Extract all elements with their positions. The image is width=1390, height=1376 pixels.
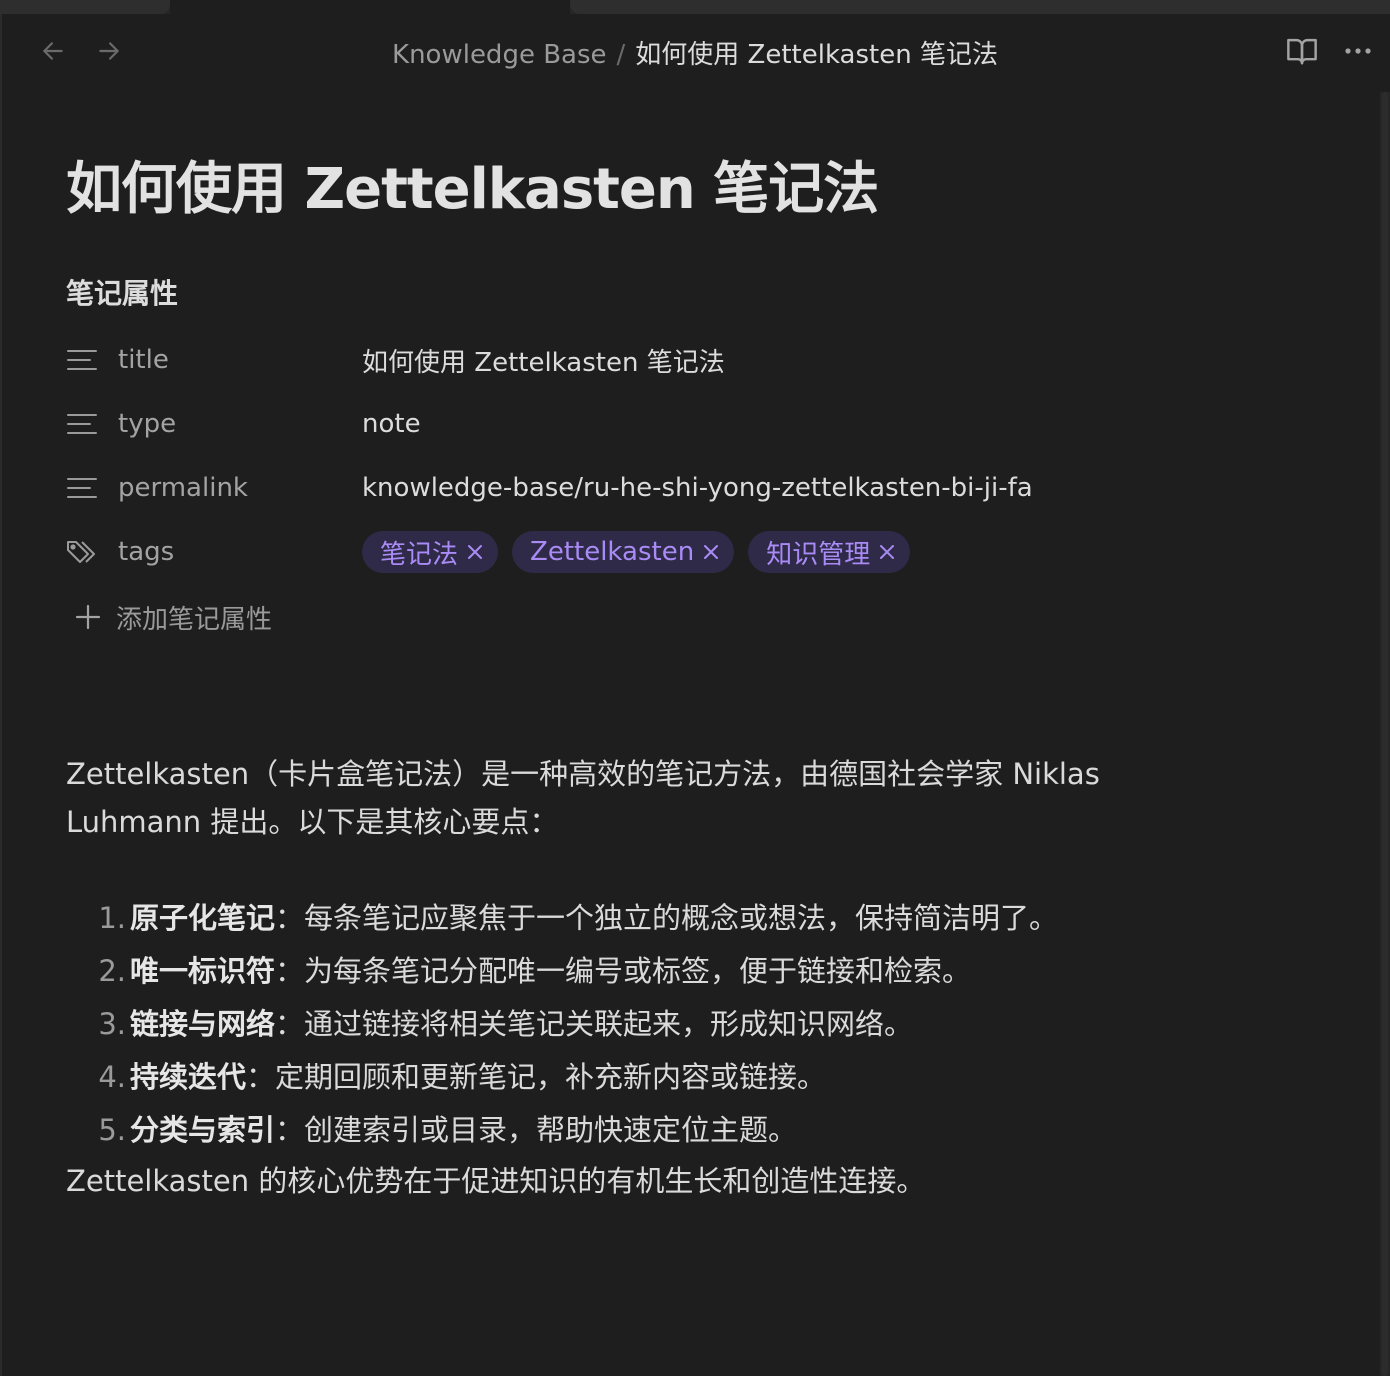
list-number: 5. <box>98 1113 126 1147</box>
tag-label: 笔记法 <box>380 539 459 570</box>
tags-value: 笔记法 Zettelkasten 知识管理 <box>362 531 911 573</box>
tags-icon <box>66 538 100 566</box>
add-property-label: 添加笔记属性 <box>116 604 273 635</box>
property-key[interactable]: type <box>118 409 362 439</box>
list-item-lead: 持续迭代 <box>130 1060 247 1094</box>
tab-inactive-right[interactable] <box>570 0 1390 14</box>
text-lines-icon <box>66 346 100 374</box>
conclusion-paragraph[interactable]: Zettelkasten 的核心优势在于促进知识的有机生长和创造性连接。 <box>66 1157 1196 1205</box>
property-value[interactable]: 如何使用 Zettelkasten 笔记法 <box>362 342 725 379</box>
properties-heading[interactable]: 笔记属性 <box>66 276 1286 312</box>
scrollbar[interactable] <box>1380 92 1390 1376</box>
text-lines-icon <box>66 474 100 502</box>
more-options-button[interactable] <box>1340 34 1376 68</box>
breadcrumb-folder[interactable]: Knowledge Base <box>392 40 607 70</box>
remove-tag-icon[interactable] <box>878 543 896 561</box>
note-window: Knowledge Base / 如何使用 Zettelkasten 笔记法 如何使… <box>0 0 1390 1376</box>
list-item[interactable]: 2. 唯一标识符：为每条笔记分配唯一编号或标签，便于链接和检索。 <box>66 945 1196 998</box>
left-divider <box>0 14 2 1376</box>
breadcrumb-separator: / <box>616 40 626 70</box>
tab-inactive-left[interactable] <box>0 0 170 14</box>
list-item[interactable]: 4. 持续迭代：定期回顾和更新笔记，补充新内容或链接。 <box>66 1051 1196 1104</box>
view-header: Knowledge Base / 如何使用 Zettelkasten 笔记法 <box>0 14 1390 86</box>
property-permalink[interactable]: permalink knowledge-base/ru-he-shi-yong-… <box>66 456 1286 520</box>
list-item-lead: 分类与索引 <box>130 1113 276 1147</box>
plus-icon <box>74 603 102 631</box>
list-item-text: ：定期回顾和更新笔记，补充新内容或链接。 <box>246 1060 827 1094</box>
list-item-lead: 唯一标识符 <box>130 954 276 988</box>
text-lines-icon <box>66 410 100 438</box>
tag-chip[interactable]: Zettelkasten <box>512 531 735 573</box>
more-horizontal-icon <box>1345 48 1371 54</box>
tag-chip[interactable]: 笔记法 <box>362 531 499 573</box>
property-value[interactable]: note <box>362 409 421 439</box>
remove-tag-icon[interactable] <box>702 543 720 561</box>
property-title[interactable]: title 如何使用 Zettelkasten 笔记法 <box>66 328 1286 392</box>
note-body[interactable]: Zettelkasten（卡片盒笔记法）是一种高效的笔记方法，由德国社会学家 N… <box>66 750 1196 1205</box>
note-title[interactable]: 如何使用 Zettelkasten 笔记法 <box>66 150 1286 230</box>
list-number: 2. <box>98 954 126 988</box>
breadcrumb-note-title[interactable]: 如何使用 Zettelkasten 笔记法 <box>635 40 998 70</box>
remove-tag-icon[interactable] <box>466 543 484 561</box>
property-key[interactable]: permalink <box>118 473 362 503</box>
breadcrumb: Knowledge Base / 如何使用 Zettelkasten 笔记法 <box>0 34 1390 71</box>
property-tags[interactable]: tags 笔记法 Zettelkasten 知识管理 <box>66 520 1286 584</box>
numbered-list: 1. 原子化笔记：每条笔记应聚焦于一个独立的概念或想法，保持简洁明了。 2. 唯… <box>66 892 1196 1157</box>
tag-label: 知识管理 <box>766 539 871 570</box>
scrollbar-thumb[interactable] <box>1382 92 1388 1376</box>
list-item[interactable]: 3. 链接与网络：通过链接将相关笔记关联起来，形成知识网络。 <box>66 998 1196 1051</box>
property-type[interactable]: type note <box>66 392 1286 456</box>
list-item-lead: 链接与网络 <box>130 1007 276 1041</box>
tag-label: Zettelkasten <box>530 537 695 567</box>
list-number: 4. <box>98 1060 126 1094</box>
property-key[interactable]: title <box>118 345 362 375</box>
list-item-text: ：每条笔记应聚焦于一个独立的概念或想法，保持简洁明了。 <box>275 901 1059 935</box>
intro-paragraph[interactable]: Zettelkasten（卡片盒笔记法）是一种高效的笔记方法，由德国社会学家 N… <box>66 750 1196 846</box>
list-item-lead: 原子化笔记 <box>130 901 276 935</box>
list-number: 1. <box>98 901 126 935</box>
properties-list: title 如何使用 Zettelkasten 笔记法 type note pe… <box>66 328 1286 646</box>
add-property-button[interactable]: 添加笔记属性 <box>66 588 1286 646</box>
book-open-icon <box>1287 38 1317 65</box>
list-item-text: ：创建索引或目录，帮助快速定位主题。 <box>275 1113 798 1147</box>
property-value[interactable]: knowledge-base/ru-he-shi-yong-zettelkast… <box>362 473 1033 503</box>
list-number: 3. <box>98 1007 126 1041</box>
tag-chip[interactable]: 知识管理 <box>748 531 911 573</box>
list-item[interactable]: 1. 原子化笔记：每条笔记应聚焦于一个独立的概念或想法，保持简洁明了。 <box>66 892 1196 945</box>
tab-strip <box>0 0 1390 14</box>
reading-view-button[interactable] <box>1284 34 1320 68</box>
list-item-text: ：通过链接将相关笔记关联起来，形成知识网络。 <box>275 1007 914 1041</box>
list-item-text: ：为每条笔记分配唯一编号或标签，便于链接和检索。 <box>275 954 972 988</box>
note-content: 如何使用 Zettelkasten 笔记法 笔记属性 title 如何使用 Ze… <box>66 150 1286 1205</box>
property-key[interactable]: tags <box>118 537 362 567</box>
tab-active[interactable] <box>170 0 570 14</box>
list-item[interactable]: 5. 分类与索引：创建索引或目录，帮助快速定位主题。 <box>66 1104 1196 1157</box>
